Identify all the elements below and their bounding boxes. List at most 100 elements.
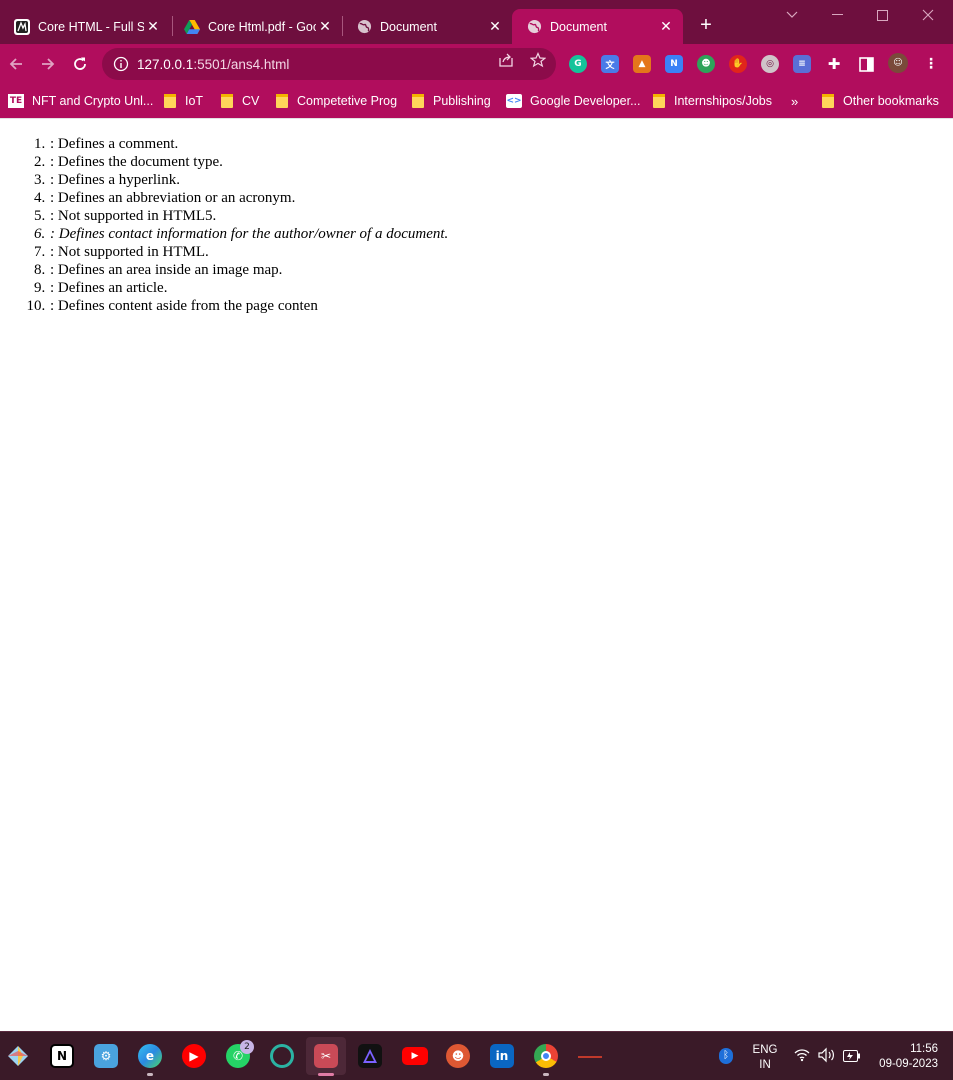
bookmark-label: Publishing	[433, 94, 491, 108]
bookmark-label: IoT	[185, 94, 204, 108]
chrome-icon[interactable]	[534, 1044, 558, 1068]
tab-strip: Core HTML - Full St ✕ Core Html.pdf - Go…	[0, 0, 953, 44]
list-item: : Defines a comment.	[49, 135, 448, 153]
url-host: 127.0.0.1	[137, 56, 194, 72]
tab-document[interactable]: Document ✕	[342, 9, 512, 44]
bookmarks-bar: TE NFT and Crypto Unl... IoT CV Competet…	[0, 84, 953, 118]
tab-title: Core Html.pdf - Goo	[208, 19, 316, 34]
google-dev-icon: <>	[506, 94, 522, 108]
back-arrow-icon[interactable]	[4, 52, 28, 76]
bookmark-nft-crypto[interactable]: TE NFT and Crypto Unl...	[8, 92, 153, 110]
bookmark-label: Internshipos/Jobs	[674, 94, 772, 108]
notion-icon[interactable]: N	[50, 1044, 74, 1068]
list-item: : Defines an area inside an image map.	[49, 261, 448, 279]
language-label: ENG	[752, 1044, 778, 1056]
windows-taskbar: N ⚙ e ▶ ✆ 2 ✂ ▶ ☻ in ᛒ ENG IN 11:56 09-0…	[0, 1031, 953, 1080]
overflow-label: »	[791, 93, 799, 109]
list-item: : Not supported in HTML.	[49, 243, 448, 261]
bookmark-label: CV	[242, 94, 260, 108]
list-extension-icon[interactable]: ≡	[793, 55, 811, 73]
menu-kebab-icon[interactable]: ⋮	[922, 55, 940, 73]
linkedin-icon[interactable]: in	[490, 1044, 514, 1068]
translate-icon[interactable]: 文	[601, 55, 619, 73]
tab-title: Document	[550, 19, 607, 34]
profile-avatar[interactable]: ☺	[888, 53, 908, 73]
close-tab-icon[interactable]: ✕	[657, 18, 675, 36]
te-icon: TE	[8, 94, 24, 108]
list-item: : Defines an article.	[49, 279, 448, 297]
edge-browser-icon[interactable]: e	[138, 1044, 162, 1068]
site-info-icon[interactable]	[113, 56, 129, 72]
duckduckgo-icon[interactable]: ☻	[446, 1044, 470, 1068]
tab-search-chevron-icon[interactable]	[770, 4, 814, 26]
youtube-icon[interactable]: ▶	[402, 1047, 428, 1065]
tab-title: Core HTML - Full St	[38, 19, 144, 34]
tab-document-active[interactable]: Document ✕	[512, 9, 683, 44]
bookmark-folder-publishing[interactable]: Publishing	[412, 92, 491, 110]
definition-list: : Defines a comment. : Defines the docum…	[49, 135, 448, 315]
bookmark-label: NFT and Crypto Unl...	[32, 94, 154, 108]
url-path: :5501/ans4.html	[193, 56, 290, 72]
arc-app-icon[interactable]	[358, 1044, 382, 1068]
bookmark-folder-other[interactable]: Other bookmarks	[822, 92, 939, 110]
youtube-music-icon[interactable]: ▶	[182, 1044, 206, 1068]
notification-badge: 2	[240, 1040, 254, 1054]
battery-icon[interactable]	[843, 1049, 860, 1067]
bookmark-folder-internships[interactable]: Internshipos/Jobs	[653, 92, 772, 110]
bluetooth-icon[interactable]: ᛒ	[719, 1048, 733, 1064]
side-panel-icon[interactable]	[857, 55, 875, 73]
bookmarks-overflow-chevron[interactable]: »	[791, 92, 798, 110]
news-extension-icon[interactable]: N	[665, 55, 683, 73]
bookmark-folder-iot[interactable]: IoT	[164, 92, 203, 110]
folder-icon	[164, 94, 176, 108]
volume-icon[interactable]	[818, 1047, 835, 1068]
bookmark-star-icon[interactable]	[530, 52, 546, 68]
control-panel-icon[interactable]: ⚙	[94, 1044, 118, 1068]
grammarly-icon[interactable]: G	[569, 55, 587, 73]
globe-icon	[526, 19, 542, 35]
snipping-tool-icon[interactable]: ✂	[314, 1044, 338, 1068]
hand-stop-icon[interactable]: ✋	[729, 55, 747, 73]
tab-core-html-full-stack[interactable]: Core HTML - Full St ✕	[0, 9, 170, 44]
close-window-icon[interactable]	[906, 4, 950, 26]
wifi-icon[interactable]	[794, 1047, 810, 1068]
folder-icon	[653, 94, 665, 108]
bookmark-folder-cv[interactable]: CV	[221, 92, 259, 110]
close-tab-icon[interactable]: ✕	[316, 18, 334, 36]
tab-core-html-pdf[interactable]: Core Html.pdf - Goo ✕	[170, 9, 342, 44]
opera-browser-icon[interactable]	[270, 1044, 294, 1068]
folder-icon	[276, 94, 288, 108]
list-item: : Defines content aside from the page co…	[49, 297, 448, 315]
bookmark-label: Competetive Prog	[297, 94, 398, 108]
maximize-icon[interactable]	[860, 4, 904, 26]
folder-icon	[822, 94, 834, 108]
robot-extension-icon[interactable]: ☻	[697, 55, 715, 73]
forward-arrow-icon[interactable]	[36, 52, 60, 76]
folder-icon	[412, 94, 424, 108]
address-bar[interactable]: 127.0.0.1:5501/ans4.html	[102, 48, 556, 80]
close-tab-icon[interactable]: ✕	[486, 18, 504, 36]
close-tab-icon[interactable]: ✕	[144, 18, 162, 36]
extension-circle-icon[interactable]: ◎	[761, 55, 779, 73]
list-item: : Defines an abbreviation or an acronym.	[49, 189, 448, 207]
reload-icon[interactable]	[68, 52, 92, 76]
gem-app-icon[interactable]	[6, 1044, 30, 1068]
tab-title: Document	[380, 19, 437, 34]
clock-date: 09-09-2023	[879, 1058, 938, 1070]
bookmark-google-developer[interactable]: <> Google Developer...	[506, 92, 641, 110]
clock[interactable]: 11:56 09-09-2023	[868, 1042, 946, 1072]
extensions-puzzle-icon[interactable]: ✚	[825, 55, 843, 73]
language-indicator[interactable]: ENG IN	[748, 1043, 782, 1073]
new-tab-button[interactable]: +	[695, 14, 717, 36]
share-icon[interactable]	[498, 52, 514, 68]
list-item: : Defines the document type.	[49, 153, 448, 171]
site-favicon-icon	[14, 18, 30, 35]
minimize-icon[interactable]	[815, 4, 859, 26]
bookmark-folder-competetive-prog[interactable]: Competetive Prog	[276, 92, 397, 110]
metamask-fox-icon[interactable]: ▲	[633, 55, 651, 73]
region-label: IN	[759, 1059, 771, 1071]
running-indicator	[147, 1073, 153, 1076]
clock-time: 11:56	[910, 1043, 938, 1055]
taskbar-preview-icon[interactable]	[578, 1056, 602, 1058]
bookmark-label: Other bookmarks	[843, 94, 939, 108]
